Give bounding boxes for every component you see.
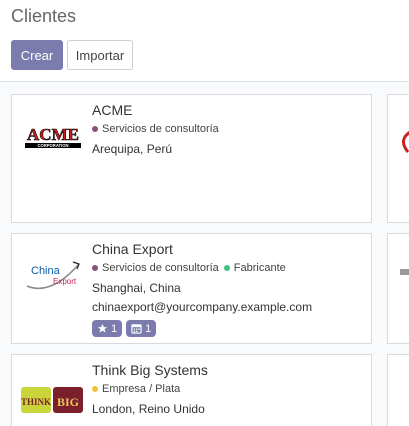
logo-subtext: Export bbox=[53, 277, 77, 286]
import-button[interactable]: Importar bbox=[67, 40, 133, 70]
company-logo bbox=[402, 130, 409, 153]
company-logo bbox=[400, 269, 409, 275]
logo-text: China bbox=[31, 265, 61, 277]
kanban-card-peek[interactable] bbox=[387, 354, 409, 426]
calendar-icon bbox=[131, 324, 142, 334]
tag-color-dot bbox=[92, 265, 98, 271]
kanban-card-peek[interactable] bbox=[387, 233, 409, 344]
control-panel: Clientes Crear Importar bbox=[0, 0, 409, 82]
favorite-count: 1 bbox=[111, 322, 118, 335]
create-button[interactable]: Crear bbox=[11, 40, 63, 70]
company-logo: THINK BIG bbox=[21, 387, 83, 413]
star-icon bbox=[97, 323, 108, 333]
favorite-badge[interactable]: 1 bbox=[92, 320, 123, 337]
card-name[interactable]: ACME bbox=[92, 102, 132, 118]
tag: Servicios de consultoría bbox=[92, 123, 219, 135]
tag-label: Servicios de consultoría bbox=[102, 262, 219, 274]
kanban-card-china-export[interactable]: China Export China Export Servicios de c… bbox=[11, 233, 372, 344]
kanban-card-peek[interactable] bbox=[387, 94, 409, 223]
kanban-card-think-big[interactable]: THINK BIG Think Big Systems Empresa / Pl… bbox=[11, 354, 372, 426]
tag-color-dot bbox=[92, 386, 98, 392]
page-title: Clientes bbox=[11, 6, 77, 26]
tag: Empresa / Plata bbox=[92, 383, 180, 395]
card-email: chinaexport@yourcompany.example.com bbox=[92, 300, 313, 314]
kanban-view: ACME CORPORATION ACME Servicios de consu… bbox=[0, 82, 409, 426]
tag-list: Servicios de consultoría bbox=[92, 123, 224, 135]
logo-text-think: THINK bbox=[21, 397, 51, 407]
tag-label: Empresa / Plata bbox=[102, 383, 181, 395]
logo-text-big: BIG bbox=[57, 395, 79, 409]
meeting-count: 1 bbox=[145, 322, 152, 335]
kanban-card-acme[interactable]: ACME CORPORATION ACME Servicios de consu… bbox=[11, 94, 372, 223]
logo-subtext: CORPORATION bbox=[37, 143, 68, 148]
card-name[interactable]: China Export bbox=[92, 241, 173, 257]
tag-color-dot bbox=[223, 265, 230, 271]
logo-text: ACME bbox=[27, 125, 79, 144]
company-logo: ACME CORPORATION bbox=[21, 121, 85, 149]
tag-list: Servicios de consultoría Fabricante bbox=[92, 262, 291, 274]
company-logo: China Export bbox=[26, 261, 80, 290]
meeting-badge[interactable]: 1 bbox=[126, 320, 157, 337]
card-name[interactable]: Think Big Systems bbox=[92, 362, 208, 378]
card-location: Arequipa, Perú bbox=[92, 142, 173, 156]
tag: Fabricante bbox=[223, 262, 286, 274]
activity-badges: 1 1 bbox=[92, 320, 160, 337]
card-location: Shanghai, China bbox=[92, 281, 181, 295]
tag-list: Empresa / Plata bbox=[92, 383, 185, 395]
tag-color-dot bbox=[92, 126, 98, 132]
card-location: London, Reino Unido bbox=[92, 402, 205, 416]
tag: Servicios de consultoría bbox=[92, 262, 219, 274]
tag-label: Fabricante bbox=[233, 262, 286, 274]
tag-label: Servicios de consultoría bbox=[102, 123, 219, 135]
